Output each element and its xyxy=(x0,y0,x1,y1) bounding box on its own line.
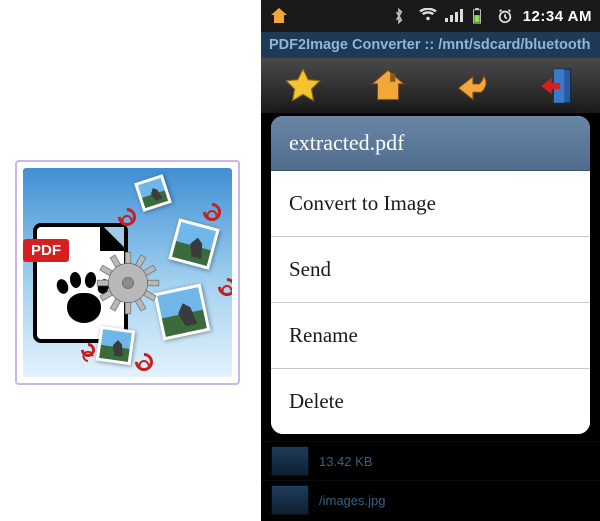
image-thumbnail-icon xyxy=(134,174,172,212)
context-menu-dialog: extracted.pdf Convert to Image Send Rena… xyxy=(271,116,590,434)
content-area: 13.42 KB /images.jpg extracted.pdf Conve… xyxy=(261,114,600,519)
home-button[interactable] xyxy=(363,64,413,108)
image-thumbnail-icon xyxy=(168,218,219,269)
gear-icon xyxy=(93,248,163,318)
app-title-bar: PDF2Image Converter :: /mnt/sdcard/bluet… xyxy=(261,32,600,58)
favorites-button[interactable] xyxy=(278,64,328,108)
swirl-icon xyxy=(78,340,98,360)
menu-item-rename[interactable]: Rename xyxy=(271,302,590,368)
menu-item-convert[interactable]: Convert to Image xyxy=(271,171,590,236)
app-icon-art: PDF xyxy=(23,168,232,377)
image-thumbnail-icon xyxy=(96,326,136,366)
swirl-icon xyxy=(131,349,156,374)
toolbar xyxy=(261,58,600,114)
battery-icon xyxy=(471,8,489,24)
bluetooth-icon xyxy=(393,8,411,24)
exit-button[interactable] xyxy=(533,64,583,108)
menu-item-send[interactable]: Send xyxy=(271,236,590,302)
app-icon-large: PDF xyxy=(15,160,240,385)
pdf-badge: PDF xyxy=(23,239,69,262)
menu-item-delete[interactable]: Delete xyxy=(271,368,590,434)
statusbar: 12:34 AM xyxy=(261,0,600,32)
wifi-icon xyxy=(419,8,437,24)
phone-screenshot: 12:34 AM PDF2Image Converter :: /mnt/sdc… xyxy=(261,0,600,521)
statusbar-time: 12:34 AM xyxy=(523,8,592,25)
home-icon xyxy=(269,6,289,26)
swirl-icon xyxy=(199,199,224,224)
swirl-icon xyxy=(214,274,232,299)
dialog-title: extracted.pdf xyxy=(271,116,590,171)
alarm-icon xyxy=(497,8,515,24)
signal-icon xyxy=(445,8,463,24)
back-button[interactable] xyxy=(448,64,498,108)
